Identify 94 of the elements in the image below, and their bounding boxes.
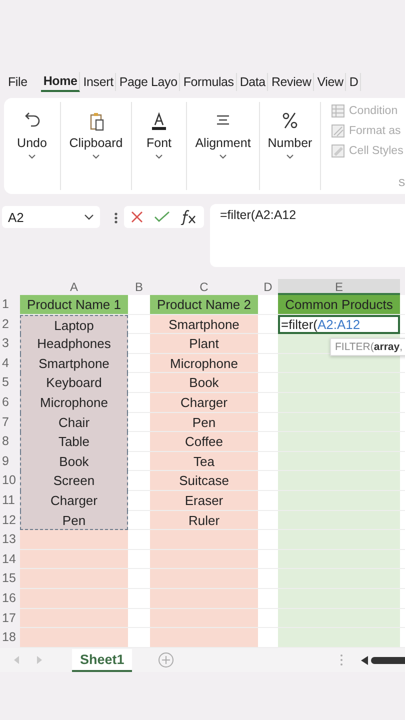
table-cell: Charger bbox=[20, 490, 128, 511]
table-cell: Chair bbox=[20, 412, 128, 432]
table-cell: Microphone bbox=[150, 354, 258, 374]
table-cell: Microphone bbox=[20, 392, 128, 413]
table-cell bbox=[258, 510, 278, 530]
table-cell: Product Name 1 bbox=[20, 295, 128, 315]
table-cell bbox=[258, 295, 278, 315]
table-cell bbox=[128, 471, 150, 491]
table-cell: Book bbox=[20, 452, 128, 472]
ribbon-tab[interactable]: Insert bbox=[81, 73, 116, 91]
table-cell bbox=[128, 530, 150, 550]
table-cell bbox=[128, 412, 150, 432]
ribbon-group-button[interactable]: Clipboard bbox=[69, 136, 123, 150]
function-icon[interactable] bbox=[180, 209, 198, 225]
chevron-icon bbox=[28, 154, 36, 159]
table-cell bbox=[128, 550, 150, 570]
table-cell bbox=[258, 569, 278, 589]
table-cell bbox=[128, 314, 150, 334]
ribbon-group-button[interactable]: Font bbox=[146, 136, 172, 150]
table-cell: Screen bbox=[20, 471, 128, 491]
table-cell: Product Name 2 bbox=[150, 295, 258, 315]
ribbon-tab[interactable]: Data bbox=[238, 73, 268, 91]
chevron-icon bbox=[219, 154, 227, 159]
ribbon-tab[interactable]: Home bbox=[41, 72, 80, 92]
table-cell: Pen bbox=[20, 510, 128, 530]
table-cell bbox=[258, 354, 278, 374]
formula-field[interactable]: =filter(A2:A12 bbox=[210, 204, 405, 267]
scroll-left-icon[interactable] bbox=[361, 656, 368, 664]
table-cell bbox=[258, 334, 278, 354]
ribbon-tab[interactable]: File bbox=[6, 73, 30, 91]
ribbon-tab[interactable]: Review bbox=[269, 73, 314, 91]
table-cell: Suitcase bbox=[150, 471, 258, 491]
table-cell bbox=[128, 569, 150, 589]
table-cell: Eraser bbox=[150, 490, 258, 511]
table-cell: Charger bbox=[150, 392, 258, 413]
table-cell: Book bbox=[150, 373, 258, 393]
chevron-icon bbox=[84, 214, 94, 220]
chevron-icon bbox=[286, 154, 294, 159]
table-cell: Tea bbox=[150, 452, 258, 472]
ribbon-tab[interactable]: Formulas bbox=[181, 73, 237, 91]
table-cell bbox=[128, 354, 150, 374]
grid-icon bbox=[331, 104, 345, 118]
table-cell bbox=[258, 608, 278, 628]
table-cell bbox=[258, 588, 278, 608]
table-cell: Smartphone bbox=[150, 314, 258, 334]
check-icon[interactable] bbox=[154, 211, 170, 223]
table-cell: Laptop bbox=[20, 314, 128, 334]
chevron-icon bbox=[155, 154, 163, 159]
table-cell: Keyboard bbox=[20, 373, 128, 393]
table-cell bbox=[258, 452, 278, 472]
table-cell bbox=[258, 373, 278, 393]
ribbon-group-button[interactable]: Number bbox=[268, 136, 312, 150]
table-cell: Common Products bbox=[278, 295, 400, 315]
table-cell bbox=[128, 392, 150, 413]
group-label: S bbox=[398, 178, 405, 189]
table-cell bbox=[128, 373, 150, 393]
table-cell bbox=[128, 608, 150, 628]
font-color-icon[interactable] bbox=[149, 110, 169, 132]
ribbon-tab[interactable]: D bbox=[347, 73, 362, 91]
table-cell bbox=[258, 530, 278, 550]
name-box[interactable]: A2 bbox=[2, 206, 100, 228]
sheet-tab[interactable]: Sheet1 bbox=[72, 648, 132, 672]
table-cell: Table bbox=[20, 432, 128, 452]
cancel-icon[interactable] bbox=[130, 210, 144, 224]
ribbon-group-button[interactable]: Alignment bbox=[195, 136, 251, 150]
table-icon bbox=[331, 124, 345, 138]
ribbon-group-button[interactable]: Undo bbox=[17, 136, 47, 150]
table-cell bbox=[128, 490, 150, 511]
table-cell bbox=[258, 550, 278, 570]
ribbon-tab[interactable]: View bbox=[315, 73, 346, 91]
chevron-icon bbox=[92, 154, 100, 159]
table-cell bbox=[258, 432, 278, 452]
table-cell bbox=[128, 334, 150, 354]
table-cell: Plant bbox=[150, 334, 258, 354]
more-icon[interactable] bbox=[114, 212, 118, 224]
table-cell bbox=[258, 412, 278, 432]
table-cell bbox=[128, 432, 150, 452]
table-cell: Smartphone bbox=[20, 354, 128, 374]
table-cell bbox=[258, 471, 278, 491]
table-cell bbox=[128, 295, 150, 315]
table-cell bbox=[258, 490, 278, 511]
table-cell: Headphones bbox=[20, 334, 128, 354]
table-cell bbox=[128, 588, 150, 608]
table-cell bbox=[258, 392, 278, 413]
column-header[interactable]: E bbox=[278, 279, 400, 295]
table-cell: Pen bbox=[150, 412, 258, 432]
function-tooltip: FILTER(array, bbox=[330, 338, 405, 356]
scrollbar-thumb[interactable] bbox=[371, 656, 405, 664]
brush-icon bbox=[331, 144, 345, 158]
table-cell: Ruler bbox=[150, 510, 258, 530]
table-cell bbox=[128, 452, 150, 472]
table-cell: Coffee bbox=[150, 432, 258, 452]
ribbon-tab[interactable]: Page Layo bbox=[117, 73, 180, 91]
table-cell bbox=[128, 510, 150, 530]
